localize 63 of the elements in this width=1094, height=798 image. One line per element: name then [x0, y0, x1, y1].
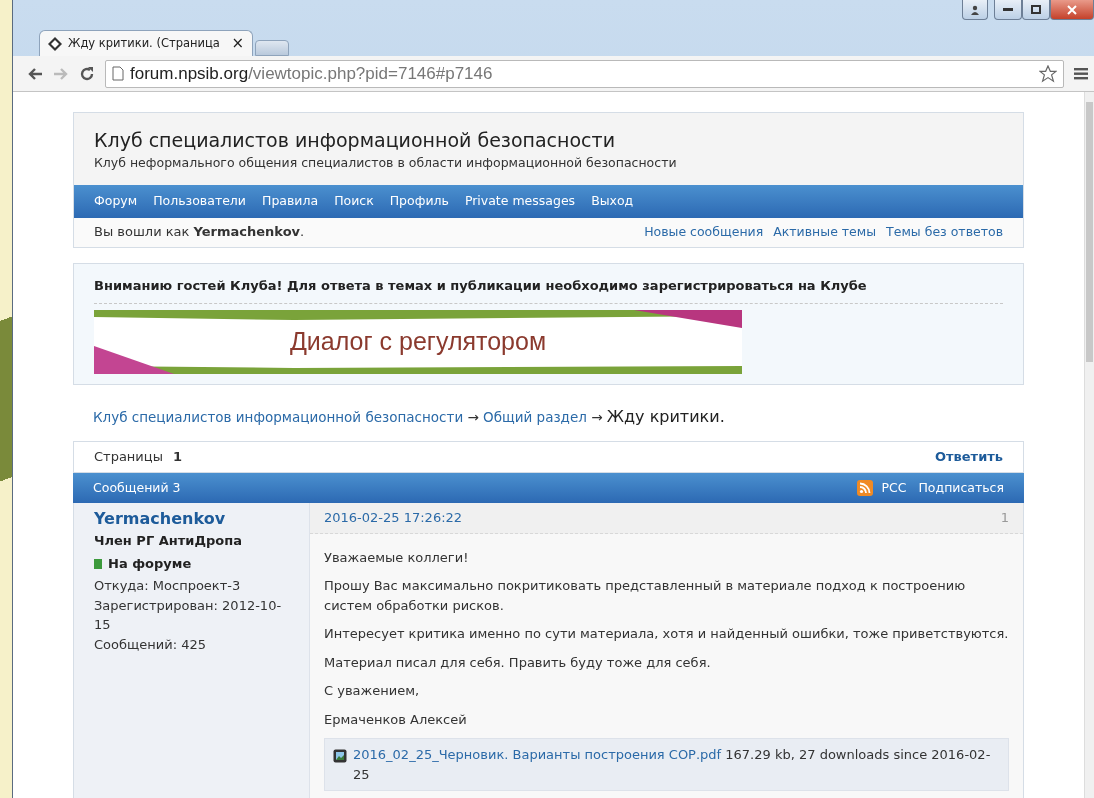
banner[interactable]: Диалог с регулятором: [94, 310, 742, 375]
quick-link[interactable]: Активные темы: [773, 224, 877, 240]
forum-title: Клуб специалистов информационной безопасности: [93, 128, 616, 152]
post-paragraph: Материал писал для себя. Править буду тоже для себя.: [324, 653, 712, 672]
tab-title: Жду критики. (Страница: [68, 34, 221, 52]
rss-icon[interactable]: [857, 480, 874, 497]
diamond-icon: [48, 36, 62, 51]
attachment-text: 2016_02_25_Черновик. Варианты построения СОР.pdf 167.29 kb, 27 downloads since 2016-02-25: [353, 746, 992, 784]
post-date-link[interactable]: 2016-02-25 17:26:22: [324, 508, 463, 528]
nav-link[interactable]: Поиск: [326, 191, 382, 211]
breadcrumb-separator: →: [591, 409, 603, 426]
file-icon: [333, 749, 347, 764]
nav-link[interactable]: Правила: [254, 191, 327, 211]
browser-tab[interactable]: Жду критики. (Страница ×: [39, 30, 253, 56]
tab-close-button[interactable]: ×: [231, 32, 244, 55]
login-status: Вы вошли как Yermachenkov.: [94, 223, 305, 242]
banner-text: Диалог с регулятором: [289, 326, 547, 358]
post-paragraph: Прошу Вас максимально покритиковать представленный в материале подход к построению систем обработки рисков.: [324, 577, 967, 615]
post-paragraph: Ермаченков Алексей: [324, 710, 468, 729]
status-text: На форуме: [108, 555, 192, 571]
post-paragraph: Интересует критика именно по сути материала, хотя и найденный ошибки, тоже приветствуются.: [324, 625, 1009, 644]
user-info: Сообщений: 425: [94, 635, 207, 654]
breadcrumb-link[interactable]: Общий раздел: [483, 409, 587, 426]
rss-link[interactable]: РСС: [881, 478, 907, 498]
post-paragraph: Уважаемые коллеги!: [324, 548, 470, 567]
reply-link[interactable]: Ответить: [934, 447, 1003, 467]
maximize-button[interactable]: [1022, 0, 1050, 20]
breadcrumb-current: Жду критики.: [606, 407, 725, 427]
user-icon: [970, 4, 980, 15]
posts-count: Сообщений 3: [93, 478, 181, 497]
attachment-link[interactable]: 2016_02_25_Черновик. Варианты построения СОР.pdf: [353, 747, 722, 763]
quick-link[interactable]: Новые сообщения: [644, 224, 764, 240]
menu-icon[interactable]: [1074, 67, 1088, 80]
pages-label: Страницы: [94, 449, 163, 465]
post-paragraph: С уважением,: [324, 682, 421, 701]
user-rank: Член РГ АнтиДропа: [94, 532, 243, 551]
forum-subtitle: Клуб неформального общения специалистов в области информационной безопасности: [93, 153, 678, 172]
user-button[interactable]: [962, 0, 988, 20]
page-number[interactable]: 1: [173, 449, 183, 465]
announcement-text: Вниманию гостей Клуба! Для ответа в темах и публикации необходимо зарегистрироваться на Клубе: [94, 275, 1003, 305]
quick-link[interactable]: Темы без ответов: [886, 224, 1003, 240]
nav-link[interactable]: Private messages: [456, 191, 584, 211]
nav-link[interactable]: Выход: [583, 191, 642, 211]
post-number: 1: [1000, 509, 1009, 528]
nav-link[interactable]: Пользователи: [145, 191, 254, 211]
nav-link[interactable]: Форум: [86, 191, 146, 211]
user-info: Откуда: Моспроект-3: [94, 577, 242, 596]
address-bar[interactable]: forum.npsib.org/viewtopic.php?pid=7146#p7146: [105, 59, 1064, 88]
breadcrumb-link[interactable]: Клуб специалистов информационной безопасности: [93, 409, 464, 426]
maximize-icon: [1031, 5, 1041, 14]
minimize-icon: [1003, 7, 1013, 12]
subscribe-link[interactable]: Подписаться: [918, 478, 1004, 498]
nav-link[interactable]: Профиль: [381, 191, 457, 211]
user-info: Зарегистрирован: 2012-10-15: [94, 596, 283, 635]
page-icon: [112, 66, 124, 81]
close-button[interactable]: [1050, 0, 1094, 20]
close-icon: [1067, 4, 1077, 15]
reload-icon[interactable]: [79, 65, 95, 82]
star-icon[interactable]: [1039, 64, 1057, 83]
breadcrumb-separator: →: [467, 409, 479, 426]
back-icon[interactable]: [27, 66, 43, 81]
author-link[interactable]: Yermachenkov: [94, 509, 226, 529]
minimize-button[interactable]: [994, 0, 1022, 20]
